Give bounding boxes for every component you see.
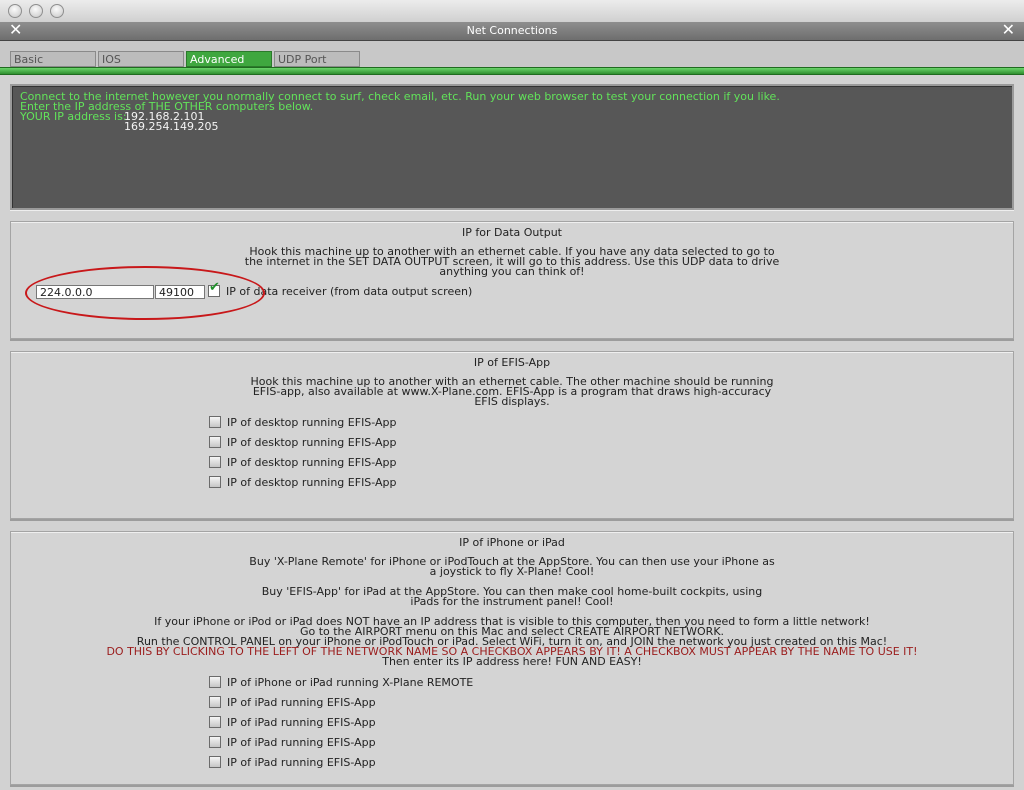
- efis-desktop-label: IP of desktop running EFIS-App: [227, 456, 397, 469]
- panel-desc-line: EFIS displays.: [474, 395, 550, 408]
- efis-desktop-checkbox[interactable]: [209, 436, 221, 448]
- efis-desktop-checkbox[interactable]: [209, 456, 221, 468]
- title-bar: ✕ Net Connections ✕: [0, 21, 1024, 41]
- list-item: IP of desktop running EFIS-App: [209, 436, 397, 451]
- iphone-remote-label: IP of iPhone or iPad running X-Plane REM…: [227, 676, 474, 689]
- panel-iphone-ipad: IP of iPhone or iPad Buy 'X-Plane Remote…: [10, 531, 1014, 785]
- panel-title: IP of EFIS-App: [473, 356, 551, 369]
- ipad-efis-checkbox[interactable]: [209, 756, 221, 768]
- list-item: IP of iPhone or iPad running X-Plane REM…: [209, 676, 474, 691]
- close-icon[interactable]: ✕: [1002, 21, 1015, 39]
- window-title: Net Connections: [466, 24, 558, 37]
- ipad-efis-label: IP of iPad running EFIS-App: [227, 736, 376, 749]
- iphone-remote-checkbox[interactable]: [209, 676, 221, 688]
- ipad-efis-label: IP of iPad running EFIS-App: [227, 716, 376, 729]
- efis-desktop-label: IP of desktop running EFIS-App: [227, 416, 397, 429]
- info-ip-label: YOUR IP address is:: [20, 110, 127, 123]
- data-receiver-row: IP of data receiver (from data output sc…: [208, 282, 473, 300]
- tab-basic[interactable]: Basic: [10, 51, 96, 67]
- efis-desktop-label: IP of desktop running EFIS-App: [227, 436, 397, 449]
- list-item: IP of iPad running EFIS-App: [209, 696, 376, 711]
- tab-ios[interactable]: IOS: [98, 51, 184, 67]
- list-item: IP of iPad running EFIS-App: [209, 716, 376, 731]
- panel-data-output: IP for Data Output Hook this machine up …: [10, 221, 1014, 339]
- ipad-efis-checkbox[interactable]: [209, 736, 221, 748]
- panel-desc-line: iPads for the instrument panel! Cool!: [410, 595, 614, 608]
- ipad-efis-checkbox[interactable]: [209, 696, 221, 708]
- efis-desktop-checkbox[interactable]: [209, 476, 221, 488]
- tab-advanced[interactable]: Advanced: [186, 51, 272, 67]
- panel-desc-line: Then enter its IP address here! FUN AND …: [382, 655, 642, 668]
- efis-desktop-label: IP of desktop running EFIS-App: [227, 476, 397, 489]
- list-item: IP of desktop running EFIS-App: [209, 416, 397, 431]
- data-receiver-label: IP of data receiver (from data output sc…: [226, 285, 473, 298]
- ipad-efis-label: IP of iPad running EFIS-App: [227, 696, 376, 709]
- panel-desc-line: a joystick to fly X-Plane! Cool!: [429, 565, 595, 578]
- panel-efis-app: IP of EFIS-App Hook this machine up to a…: [10, 351, 1014, 519]
- panel-desc-line: anything you can think of!: [439, 265, 585, 278]
- close-window-button[interactable]: [8, 4, 22, 18]
- info-box: Connect to the internet however you norm…: [10, 84, 1014, 210]
- panel-title: IP of iPhone or iPad: [459, 536, 565, 549]
- minimize-window-button[interactable]: [29, 4, 43, 18]
- panel-title: IP for Data Output: [462, 226, 562, 239]
- zoom-window-button[interactable]: [50, 4, 64, 18]
- list-item: IP of iPad running EFIS-App: [209, 756, 376, 771]
- window-chrome: [0, 0, 1024, 23]
- data-receiver-checkbox[interactable]: [208, 282, 220, 297]
- list-item: IP of iPad running EFIS-App: [209, 736, 376, 751]
- data-receiver-ip-input[interactable]: [36, 285, 154, 299]
- ipad-efis-label: IP of iPad running EFIS-App: [227, 756, 376, 769]
- tab-udp-port[interactable]: UDP Port: [274, 51, 360, 67]
- data-receiver-port-input[interactable]: [155, 285, 205, 299]
- ipad-efis-checkbox[interactable]: [209, 716, 221, 728]
- active-tab-bar: [0, 67, 1024, 75]
- info-ip-2: 169.254.149.205: [124, 120, 219, 133]
- efis-desktop-checkbox[interactable]: [209, 416, 221, 428]
- list-item: IP of desktop running EFIS-App: [209, 456, 397, 471]
- list-item: IP of desktop running EFIS-App: [209, 476, 397, 491]
